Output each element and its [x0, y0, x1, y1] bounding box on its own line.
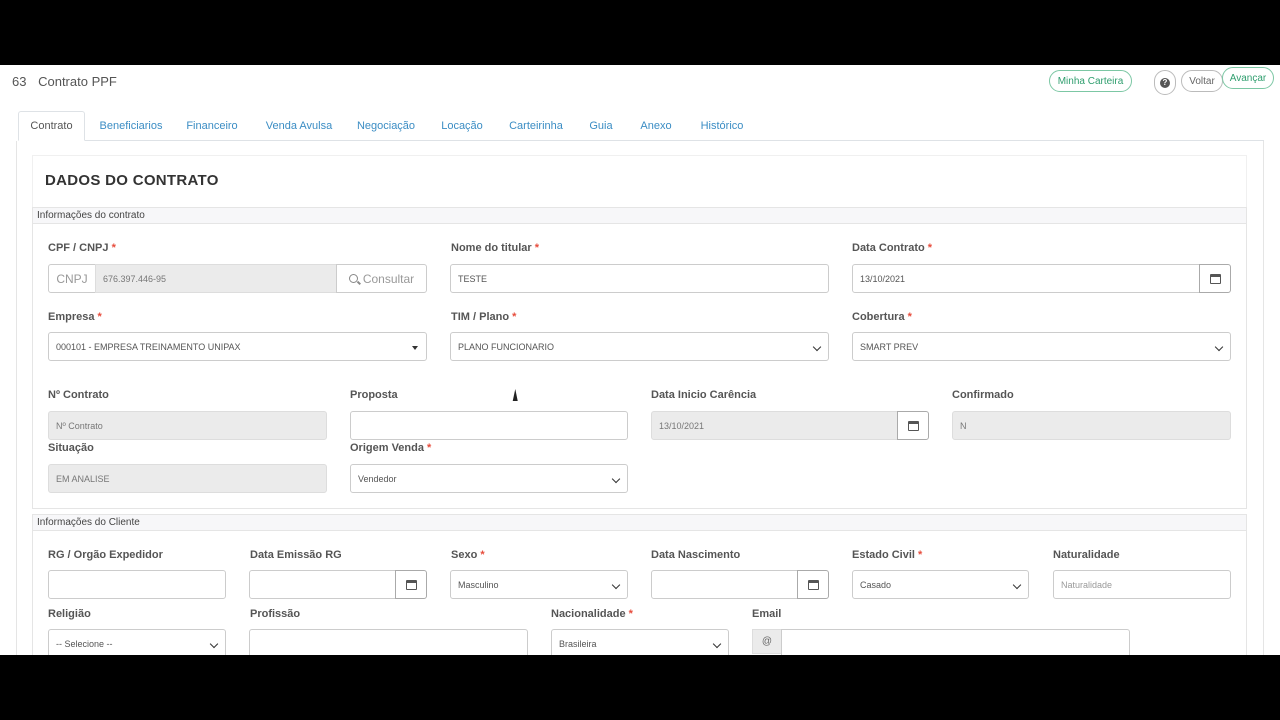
- confirmado-label: Confirmado: [952, 389, 1014, 401]
- emissao-rg-label: Data Emissão RG: [250, 549, 342, 561]
- cpf-input[interactable]: 676.397.446-95: [95, 264, 337, 293]
- nascimento-input[interactable]: [651, 570, 798, 599]
- email-input[interactable]: [781, 629, 1130, 655]
- tab-negociacao[interactable]: Negociação: [355, 111, 417, 141]
- n-contrato-label: Nº Contrato: [48, 389, 109, 401]
- proposta-input[interactable]: [350, 411, 628, 440]
- calendar-icon: [1209, 273, 1221, 284]
- help-icon: ?: [1160, 77, 1170, 88]
- data-contrato-label: Data Contrato *: [852, 242, 933, 254]
- religiao-label: Religião: [48, 608, 91, 620]
- top-bar: 63 Contrato PPF Minha Carteira ? Voltar …: [0, 65, 1280, 99]
- data-contrato-calendar-button[interactable]: [1199, 264, 1231, 293]
- minha-carteira-button[interactable]: Minha Carteira: [1049, 70, 1132, 92]
- proposta-label: Proposta: [350, 389, 398, 401]
- calendar-icon: [405, 579, 417, 590]
- page-title-text: Contrato PPF: [38, 74, 117, 89]
- tab-contrato[interactable]: Contrato: [18, 111, 85, 141]
- tim-plano-label: TIM / Plano *: [451, 311, 517, 323]
- calendar-icon: [807, 579, 819, 590]
- tab-guia[interactable]: Guia: [586, 111, 616, 141]
- nacionalidade-select[interactable]: Brasileira: [551, 629, 729, 655]
- n-contrato-input[interactable]: Nº Contrato: [48, 411, 327, 440]
- section-title: DADOS DO CONTRATO: [45, 172, 219, 189]
- nacionalidade-label: Nacionalidade *: [551, 608, 633, 620]
- nascimento-calendar-button[interactable]: [797, 570, 829, 599]
- rg-input[interactable]: [48, 570, 226, 599]
- carencia-input[interactable]: 13/10/2021: [651, 411, 898, 440]
- tab-beneficiarios[interactable]: Beneficiarios: [95, 111, 167, 141]
- rg-label: RG / Orgão Expedidor: [48, 549, 163, 561]
- voltar-button[interactable]: Voltar: [1181, 70, 1223, 92]
- estado-civil-label: Estado Civil *: [852, 549, 923, 561]
- calendar-icon: [907, 420, 919, 431]
- naturalidade-label: Naturalidade: [1053, 549, 1120, 561]
- cpf-label: CPF / CNPJ *: [48, 242, 116, 254]
- origem-venda-label: Origem Venda *: [350, 442, 432, 454]
- avancar-button[interactable]: Avançar: [1222, 67, 1274, 89]
- tab-locacao[interactable]: Locação: [438, 111, 486, 141]
- consultar-button[interactable]: Consultar: [336, 264, 427, 293]
- tab-carteirinha[interactable]: Carteirinha: [506, 111, 566, 141]
- cpf-type-addon[interactable]: CNPJ: [48, 264, 96, 293]
- tab-bar: Contrato Beneficiarios Financeiro Venda …: [18, 111, 1264, 141]
- tab-historico[interactable]: Histórico: [696, 111, 748, 141]
- religiao-select[interactable]: -- Selecione --: [48, 629, 226, 655]
- tab-financeiro[interactable]: Financeiro: [181, 111, 243, 141]
- emissao-rg-input[interactable]: [249, 570, 396, 599]
- origem-venda-select[interactable]: Vendedor: [350, 464, 628, 493]
- tab-anexo[interactable]: Anexo: [636, 111, 676, 141]
- situacao-label: Situação: [48, 442, 94, 454]
- consultar-label: Consultar: [362, 271, 415, 286]
- estado-civil-select[interactable]: Casado: [852, 570, 1029, 599]
- nascimento-label: Data Nascimento: [651, 549, 741, 561]
- sexo-select[interactable]: Masculino: [450, 570, 628, 599]
- tim-plano-select[interactable]: PLANO FUNCIONARIO: [450, 332, 829, 361]
- confirmado-input[interactable]: N: [952, 411, 1231, 440]
- help-button[interactable]: ?: [1154, 70, 1176, 95]
- sexo-label: Sexo *: [451, 549, 485, 561]
- empresa-label: Empresa *: [48, 311, 102, 323]
- page-title: 63 Contrato PPF: [12, 74, 117, 89]
- carencia-calendar-button[interactable]: [897, 411, 929, 440]
- tab-venda-avulsa[interactable]: Venda Avulsa: [263, 111, 335, 141]
- profissao-label: Profissão: [250, 608, 301, 620]
- data-contrato-input[interactable]: 13/10/2021: [852, 264, 1200, 293]
- empresa-select[interactable]: 000101 - EMPRESA TREINAMENTO UNIPAX: [48, 332, 427, 361]
- cliente-legend: Informações do Cliente: [32, 514, 1247, 531]
- emissao-rg-calendar-button[interactable]: [395, 570, 427, 599]
- app-screen: 63 Contrato PPF Minha Carteira ? Voltar …: [0, 65, 1280, 655]
- nome-input[interactable]: TESTE: [450, 264, 829, 293]
- cobertura-label: Cobertura *: [852, 311, 912, 323]
- nome-label: Nome do titular *: [451, 242, 540, 254]
- contrato-legend: Informações do contrato: [32, 207, 1247, 224]
- page-number: 63: [12, 74, 27, 89]
- email-at-addon: @: [752, 629, 782, 654]
- email-label: Email: [752, 608, 782, 620]
- carencia-label: Data Inicio Carência: [651, 389, 757, 401]
- cobertura-select[interactable]: SMART PREV: [852, 332, 1231, 361]
- naturalidade-input[interactable]: Naturalidade: [1053, 570, 1231, 599]
- profissao-input[interactable]: [249, 629, 528, 655]
- situacao-input[interactable]: EM ANALISE: [48, 464, 327, 493]
- search-icon: [348, 274, 358, 283]
